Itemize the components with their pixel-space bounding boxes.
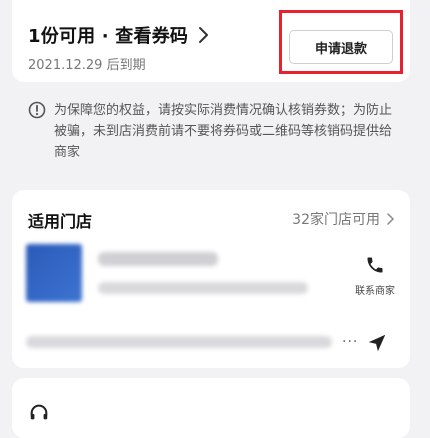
- store-card: 适用门店 32家门店可用 联系商家 ...: [12, 190, 410, 368]
- voucher-title-link[interactable]: 1份可用 · 查看券码: [28, 22, 210, 48]
- store-thumbnail[interactable]: [26, 244, 82, 302]
- info-icon: [28, 101, 46, 119]
- support-card: [12, 378, 410, 438]
- store-address-blurred: [98, 282, 308, 294]
- store-name-blurred: [98, 252, 218, 266]
- notice-text: 为保障您的权益，请按实际消费情况确认核销券数；为防止被骗，未到店消费前请不要将券…: [54, 103, 393, 160]
- store-count-text: 32家门店可用: [292, 212, 380, 228]
- voucher-title: 1份可用 · 查看券码: [28, 26, 189, 47]
- expire-date: 2021.12.29 后到期: [28, 58, 146, 73]
- navigation-arrow-icon[interactable]: [366, 332, 388, 354]
- store-detail-blurred: [26, 336, 332, 348]
- chevron-right-icon: [387, 213, 394, 225]
- apply-refund-button[interactable]: 申请退款: [289, 30, 393, 64]
- notice: 为保障您的权益，请按实际消费情况确认核销券数；为防止被骗，未到店消费前请不要将券…: [28, 100, 400, 163]
- store-count-link[interactable]: 32家门店可用: [292, 209, 394, 229]
- contact-merchant-label[interactable]: 联系商家: [347, 282, 403, 297]
- phone-icon[interactable]: [365, 255, 385, 275]
- more-dots: ...: [342, 330, 359, 346]
- chevron-right-icon: [199, 27, 209, 43]
- store-section-title: 适用门店: [28, 212, 93, 231]
